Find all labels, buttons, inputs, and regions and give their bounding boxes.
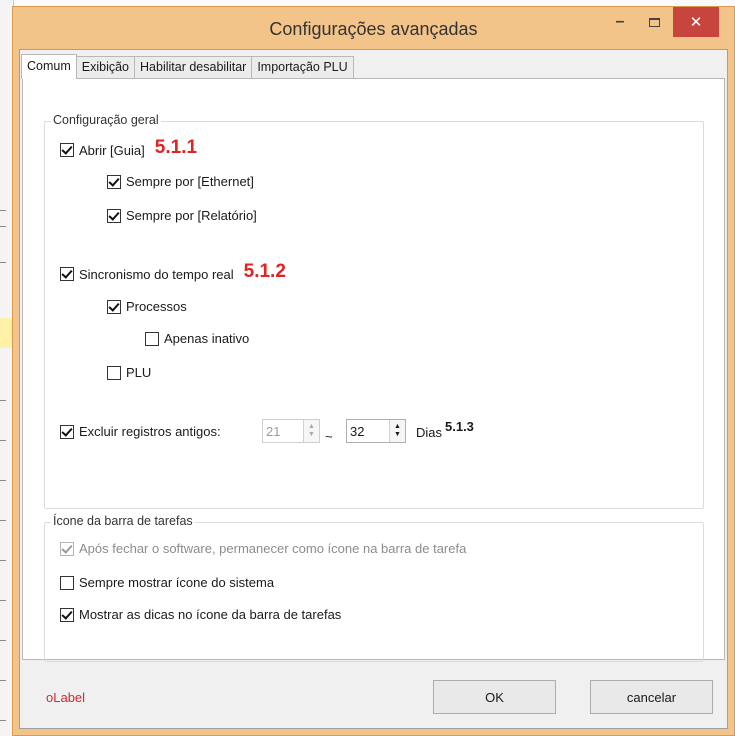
always-report-checkbox[interactable] xyxy=(107,208,121,223)
plu-option[interactable]: PLU xyxy=(107,365,151,380)
always-show-icon-label: Sempre mostrar ícone do sistema xyxy=(79,575,275,590)
tab-comum[interactable]: Comum xyxy=(21,54,77,79)
general-settings-title: Configuração geral xyxy=(51,113,161,127)
open-guide-option[interactable]: Abrir [Guia] 5.1.1 xyxy=(60,137,198,161)
always-report-option[interactable]: Sempre por [Relatório] xyxy=(107,208,257,223)
delete-from-value: 21 xyxy=(266,423,281,439)
tab-exibicao[interactable]: Exibição xyxy=(75,56,136,78)
always-report-label: Sempre por [Relatório] xyxy=(126,208,257,223)
delete-old-records-option[interactable]: Excluir registros antigos: xyxy=(60,424,221,439)
processes-option[interactable]: Processos xyxy=(107,299,187,314)
stay-in-tray-label: Após fechar o software, permanecer como … xyxy=(79,541,467,556)
taskbar-icon-title: Ícone da barra de tarefas xyxy=(51,514,195,528)
minimize-icon: – xyxy=(615,13,625,30)
only-inactive-option[interactable]: Apenas inativo xyxy=(145,331,249,346)
close-button[interactable]: ✕ xyxy=(673,7,719,37)
maximize-button[interactable] xyxy=(637,7,671,37)
always-show-icon-checkbox[interactable] xyxy=(60,575,74,590)
ok-button[interactable]: OK xyxy=(433,680,556,714)
stay-in-tray-checkbox xyxy=(60,541,74,556)
open-guide-checkbox[interactable] xyxy=(60,143,74,157)
days-unit-label: Dias xyxy=(416,425,443,440)
annotation-5-1-2: 5.1.2 xyxy=(243,261,286,282)
maximize-icon xyxy=(648,17,660,27)
show-tips-label: Mostrar as dicas no ícone da barra de ta… xyxy=(79,607,342,622)
dialog-client-area: Comum Exibição Habilitar desabilitar Imp… xyxy=(19,49,728,729)
tab-habilitar-desabilitar[interactable]: Habilitar desabilitar xyxy=(134,56,253,78)
always-ethernet-option[interactable]: Sempre por [Ethernet] xyxy=(107,174,254,189)
delete-to-spinner[interactable]: 32 ▲ ▼ xyxy=(346,419,406,443)
delete-old-records-checkbox[interactable] xyxy=(60,424,74,439)
show-tips-option[interactable]: Mostrar as dicas no ícone da barra de ta… xyxy=(60,607,341,622)
realtime-sync-checkbox[interactable] xyxy=(60,267,74,281)
always-ethernet-checkbox[interactable] xyxy=(107,174,121,189)
delete-old-records-label: Excluir registros antigos: xyxy=(79,424,221,439)
open-guide-label: Abrir [Guia] xyxy=(79,142,145,158)
delete-from-spinner-arrows-icon[interactable]: ▲ ▼ xyxy=(303,420,319,442)
tab-importacao-plu[interactable]: Importação PLU xyxy=(251,56,354,78)
plu-label: PLU xyxy=(126,365,152,380)
only-inactive-label: Apenas inativo xyxy=(164,331,250,346)
cancel-button[interactable]: cancelar xyxy=(590,680,713,714)
processes-checkbox[interactable] xyxy=(107,299,121,314)
delete-from-spinner[interactable]: 21 ▲ ▼ xyxy=(262,419,320,443)
minimize-button[interactable]: – xyxy=(605,7,635,37)
always-ethernet-label: Sempre por [Ethernet] xyxy=(126,174,254,189)
range-separator: ~ xyxy=(325,429,333,444)
advanced-settings-dialog: Configurações avançadas – ✕ Comum Exibiç… xyxy=(12,6,735,736)
delete-to-value: 32 xyxy=(350,423,365,439)
realtime-sync-label: Sincronismo do tempo real xyxy=(79,266,234,282)
always-show-icon-option[interactable]: Sempre mostrar ícone do sistema xyxy=(60,575,274,590)
title-bar[interactable]: Configurações avançadas – ✕ xyxy=(13,7,734,49)
stay-in-tray-option: Após fechar o software, permanecer como … xyxy=(60,541,466,556)
annotation-5-1-3: 5.1.3 xyxy=(445,419,474,434)
tab-page-comum: Configuração geral Abrir [Guia] 5.1.1 Se… xyxy=(22,78,725,662)
delete-to-spinner-arrows-icon[interactable]: ▲ ▼ xyxy=(389,420,405,442)
only-inactive-checkbox[interactable] xyxy=(145,331,159,346)
realtime-sync-option[interactable]: Sincronismo do tempo real 5.1.2 xyxy=(60,261,286,285)
close-icon: ✕ xyxy=(689,14,703,31)
plu-checkbox[interactable] xyxy=(107,365,121,380)
processes-label: Processos xyxy=(126,299,187,314)
show-tips-checkbox[interactable] xyxy=(60,607,74,622)
annotation-5-1-1: 5.1.1 xyxy=(154,137,198,158)
tab-strip: Comum Exibição Habilitar desabilitar Imp… xyxy=(21,54,354,79)
status-label: oLabel xyxy=(46,690,86,705)
